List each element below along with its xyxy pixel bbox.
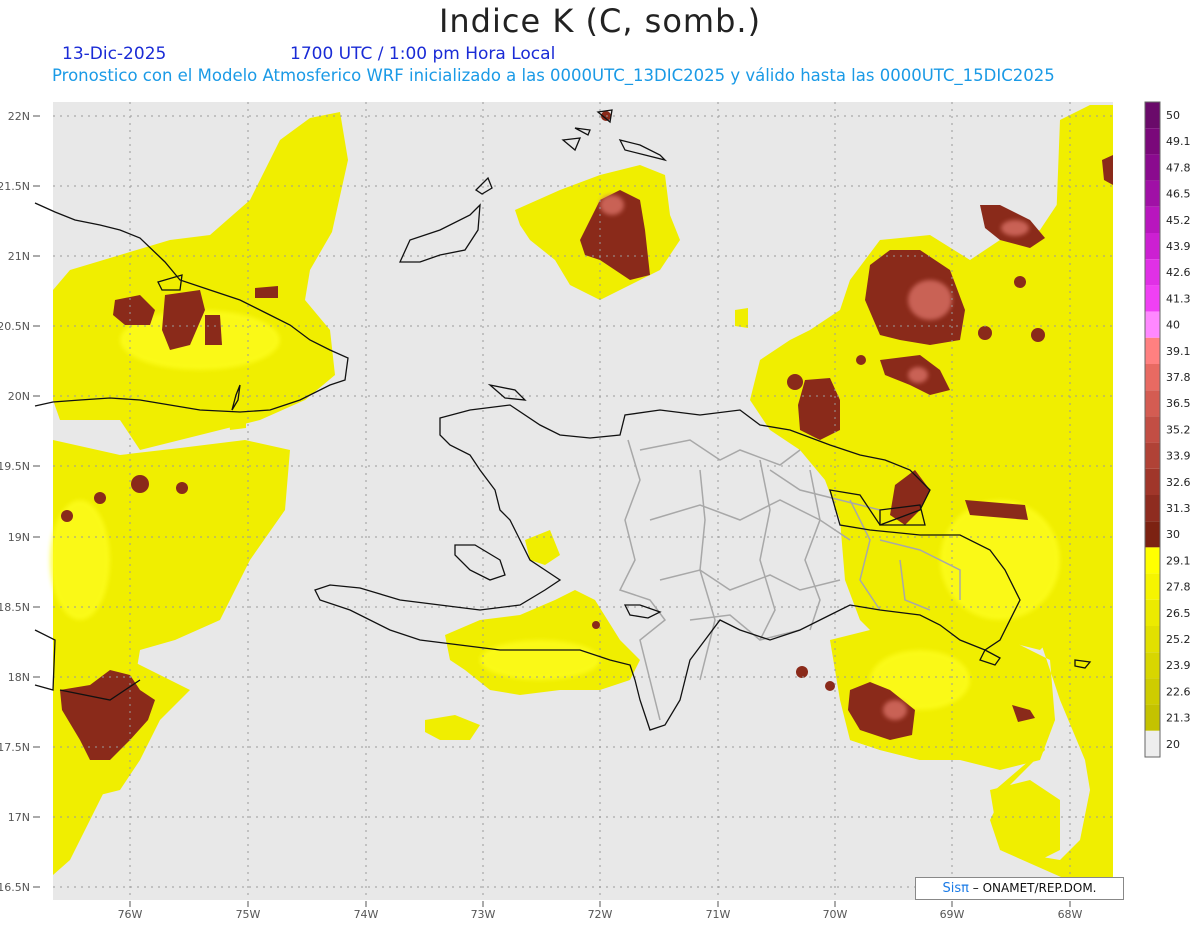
colorbar-swatch (1145, 311, 1160, 338)
colorbar-label: 41.3 (1166, 292, 1191, 305)
lat-label-22n: 22N (8, 110, 30, 123)
lon-ticks (129, 901, 1071, 907)
colorbar-label: 37.8 (1166, 371, 1191, 384)
colorbar-swatch (1145, 416, 1160, 443)
colorbar-label: 30 (1166, 528, 1180, 541)
colorbar-swatch (1145, 233, 1160, 260)
lon-label-72w: 72W (588, 908, 613, 921)
colorbar-label: 40 (1166, 319, 1180, 332)
colorbar-swatch (1145, 128, 1160, 155)
colorbar-label: 22.6 (1166, 685, 1191, 698)
colorbar-swatch (1145, 573, 1160, 600)
longitude-labels: 76W 75W 74W 73W 72W 71W 70W 69W 68W (118, 908, 1083, 921)
weather-map: 22N 21.5N 21N 20.5N 20N 19.5N 19N 18.5N … (0, 101, 1191, 921)
colorbar-swatch (1145, 154, 1160, 181)
colorbar-label: 25.2 (1166, 633, 1191, 646)
lat-label-17n: 17N (8, 811, 30, 824)
colorbar-label: 46.5 (1166, 188, 1191, 201)
lat-label-20n: 20N (8, 390, 30, 403)
lat-label-20-5n: 20.5N (0, 320, 30, 333)
colorbar-swatch (1145, 102, 1160, 129)
colorbar-label: 23.9 (1166, 659, 1191, 672)
lat-label-18n: 18N (8, 671, 30, 684)
sis-logo-text: Sisπ (942, 881, 969, 896)
colorbar-swatch (1145, 678, 1160, 705)
lon-label-76w: 76W (118, 908, 143, 921)
colorbar-swatch (1145, 547, 1160, 574)
latitude-labels: 22N 21.5N 21N 20.5N 20N 19.5N 19N 18.5N … (0, 110, 30, 894)
colorbar-label: 32.6 (1166, 476, 1191, 489)
colorbar-swatch (1145, 442, 1160, 469)
lon-label-70w: 70W (823, 908, 848, 921)
lon-label-71w: 71W (706, 908, 731, 921)
colorbar-label: 31.3 (1166, 502, 1191, 515)
colorbar-swatch (1145, 206, 1160, 233)
lat-label-19n: 19N (8, 531, 30, 544)
lat-label-18-5n: 18.5N (0, 601, 30, 614)
lon-label-75w: 75W (236, 908, 261, 921)
colorbar-label: 29.1 (1166, 554, 1191, 567)
colorbar-swatch (1145, 495, 1160, 522)
colorbar-label: 43.9 (1166, 240, 1191, 253)
lon-label-68w: 68W (1058, 908, 1083, 921)
lat-label-17-5n: 17.5N (0, 741, 30, 754)
colorbar-swatch (1145, 730, 1160, 757)
colorbar-label: 42.6 (1166, 266, 1191, 279)
colorbar-label: 33.9 (1166, 450, 1191, 463)
lat-label-16-5n: 16.5N (0, 881, 30, 894)
colorbar-swatch (1145, 364, 1160, 391)
colorbar-swatch (1145, 180, 1160, 207)
colorbar-label: 26.5 (1166, 607, 1191, 620)
colorbar-label: 21.3 (1166, 712, 1191, 725)
colorbar: 50 49.1 47.8 46.5 45.2 43.9 42.6 41.3 40 39.1 37.8… (1144, 101, 1191, 758)
colorbar-label: 47.8 (1166, 161, 1191, 174)
lon-label-74w: 74W (354, 908, 379, 921)
lat-label-21n: 21N (8, 250, 30, 263)
colorbar-label: 36.5 (1166, 397, 1191, 410)
colorbar-label: 27.8 (1166, 581, 1191, 594)
lat-ticks (33, 115, 40, 888)
colorbar-swatch (1145, 468, 1160, 495)
colorbar-label: 39.1 (1166, 345, 1191, 358)
credit-org: – ONAMET/REP.DOM. (972, 881, 1097, 895)
colorbar-swatch (1145, 259, 1160, 286)
colorbar-swatch (1145, 652, 1160, 679)
colorbar-label: 35.2 (1166, 423, 1191, 436)
colorbar-swatch (1145, 704, 1160, 731)
colorbar-label: 49.1 (1166, 135, 1191, 148)
lon-label-73w: 73W (471, 908, 496, 921)
colorbar-swatch (1145, 390, 1160, 417)
colorbar-label: 50 (1166, 109, 1180, 122)
lat-label-19-5n: 19.5N (0, 460, 30, 473)
colorbar-label: 20 (1166, 738, 1180, 751)
colorbar-swatch (1145, 337, 1160, 364)
colorbar-label: 45.2 (1166, 214, 1191, 227)
colorbar-swatch (1145, 285, 1160, 312)
credit-box: Sisπ – ONAMET/REP.DOM. (915, 877, 1124, 900)
lon-label-69w: 69W (940, 908, 965, 921)
colorbar-swatch (1145, 626, 1160, 653)
colorbar-swatch (1145, 521, 1160, 548)
lat-label-21-5n: 21.5N (0, 180, 30, 193)
colorbar-swatch (1145, 599, 1160, 626)
